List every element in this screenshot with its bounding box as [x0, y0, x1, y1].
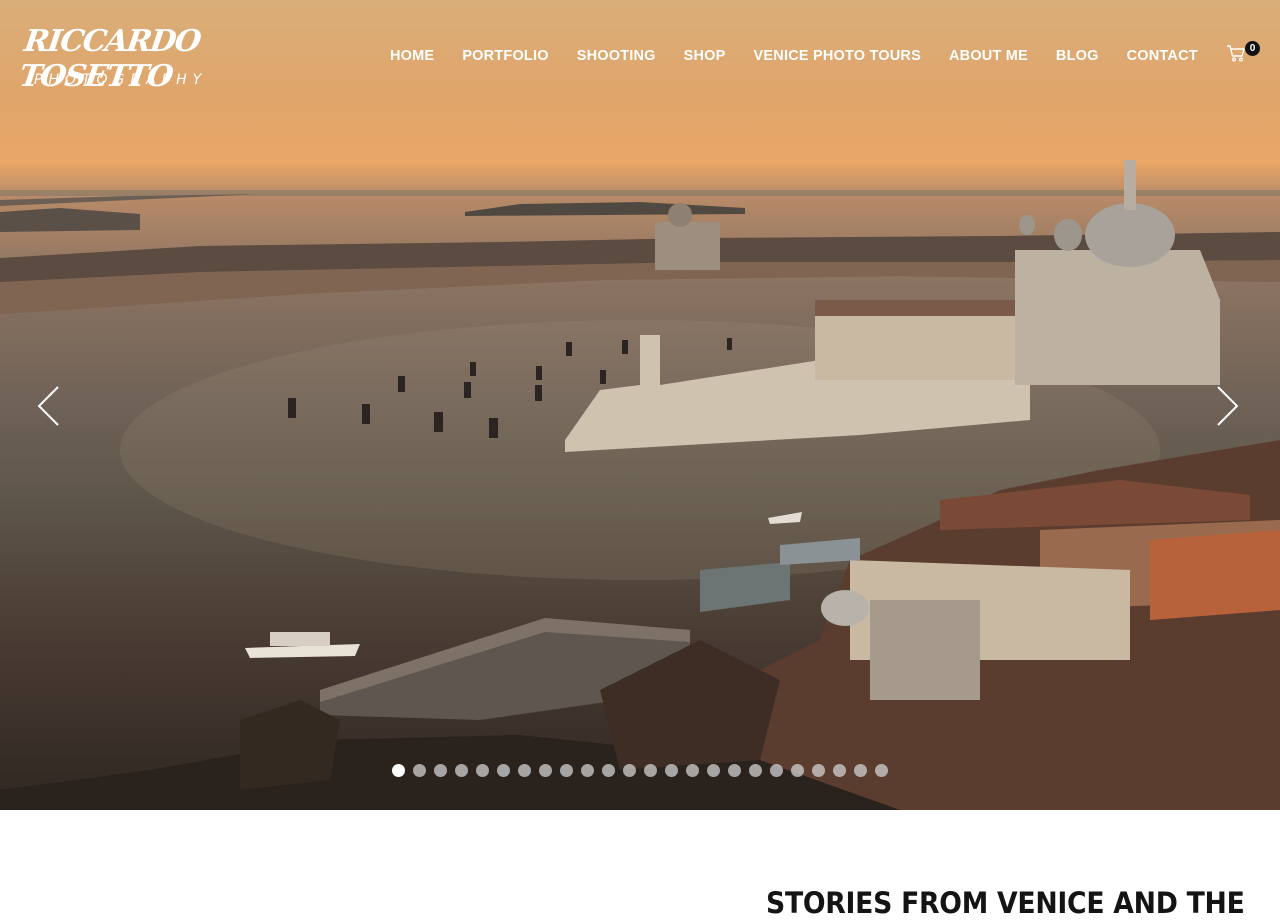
slider-dot-5[interactable]	[476, 764, 489, 777]
nav-item-venice-photo-tours[interactable]: VENICE PHOTO TOURS	[740, 47, 935, 65]
slider-dot-20[interactable]	[791, 764, 804, 777]
slider-dot-11[interactable]	[602, 764, 615, 777]
slider-dot-9[interactable]	[560, 764, 573, 777]
slider-dot-21[interactable]	[812, 764, 825, 777]
nav-item-shooting[interactable]: SHOOTING	[563, 47, 670, 65]
slider-prev-button[interactable]	[34, 385, 64, 429]
nav-item-blog[interactable]: BLOG	[1042, 47, 1113, 65]
slider-dot-14[interactable]	[665, 764, 678, 777]
slider-dot-19[interactable]	[770, 764, 783, 777]
slider-dot-23[interactable]	[854, 764, 867, 777]
slider-dot-7[interactable]	[518, 764, 531, 777]
slider-dot-18[interactable]	[749, 764, 762, 777]
chevron-left-icon	[37, 386, 59, 426]
chevron-right-icon	[1217, 386, 1239, 426]
slider-dot-22[interactable]	[833, 764, 846, 777]
slider-dot-4[interactable]	[455, 764, 468, 777]
slider-dot-24[interactable]	[875, 764, 888, 777]
cart-count-badge: 0	[1245, 41, 1260, 56]
main-nav: HOME PORTFOLIO SHOOTING SHOP VENICE PHOT…	[376, 47, 1212, 65]
nav-item-contact[interactable]: CONTACT	[1113, 47, 1212, 65]
slider-dot-15[interactable]	[686, 764, 699, 777]
cart-icon	[1227, 45, 1245, 62]
slider-dot-17[interactable]	[728, 764, 741, 777]
slider-dot-6[interactable]	[497, 764, 510, 777]
logo-tagline: PHOTOGRAPHY	[34, 72, 208, 88]
slider-next-button[interactable]	[1212, 385, 1242, 429]
hero-slider	[0, 0, 1280, 810]
slider-dot-1[interactable]	[392, 764, 405, 777]
site-logo[interactable]: RICCARDO TOSETTO PHOTOGRAPHY	[17, 20, 232, 95]
slider-dot-2[interactable]	[413, 764, 426, 777]
nav-item-shop[interactable]: SHOP	[670, 47, 740, 65]
slider-dot-16[interactable]	[707, 764, 720, 777]
cart-button[interactable]: 0	[1226, 41, 1262, 66]
intro-heading: STORIES FROM VENICE AND THE	[766, 886, 1245, 920]
slider-pagination	[392, 764, 888, 778]
hero-photo-venice	[0, 160, 1280, 810]
nav-item-portfolio[interactable]: PORTFOLIO	[448, 47, 562, 65]
nav-item-home[interactable]: HOME	[376, 47, 448, 65]
slider-dot-8[interactable]	[539, 764, 552, 777]
slider-dot-3[interactable]	[434, 764, 447, 777]
slider-dot-12[interactable]	[623, 764, 636, 777]
nav-item-about-me[interactable]: ABOUT ME	[935, 47, 1042, 65]
slider-dot-10[interactable]	[581, 764, 594, 777]
slider-dot-13[interactable]	[644, 764, 657, 777]
